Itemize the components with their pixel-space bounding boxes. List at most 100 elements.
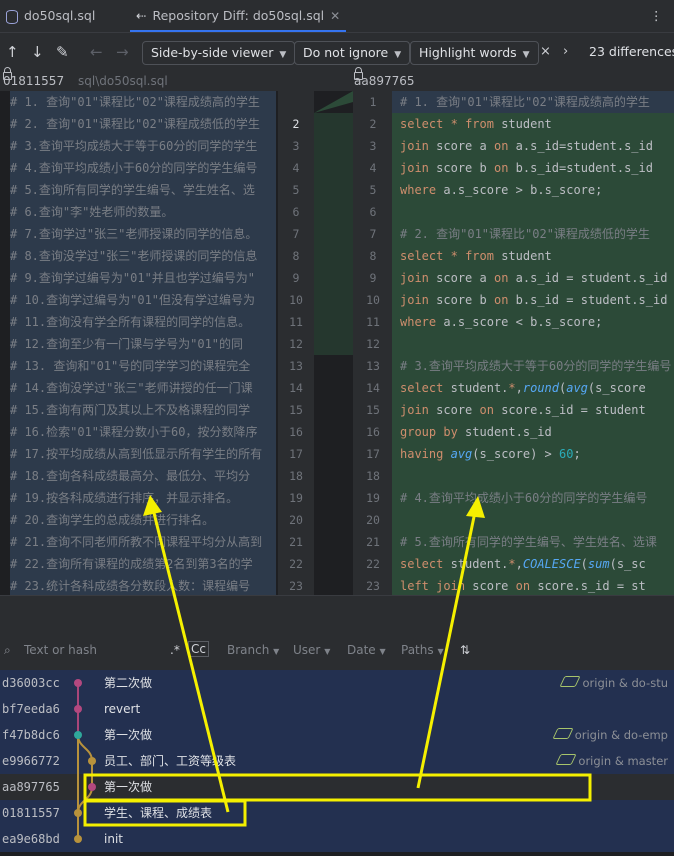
match-case-toggle[interactable]: Cc [188, 641, 209, 657]
right-code-line: where a.s_score < b.s_score; [400, 315, 603, 329]
right-line-number: 14 [366, 381, 380, 395]
left-code-line: # 9.查询学过编号为"01"并且也学过编号为" [10, 267, 276, 289]
right-line-number: 21 [366, 535, 380, 549]
right-line-number: 13 [366, 359, 380, 373]
highlight-select[interactable]: Highlight words ▼ [410, 41, 539, 65]
paths-label: Paths [401, 643, 434, 657]
right-code-line: # 5.查询所有同学的学生编号、学生姓名、选课 [400, 535, 657, 549]
branch-label: Branch [227, 643, 270, 657]
chevron-down-icon: ▼ [273, 647, 280, 656]
forward-icon[interactable]: → [116, 41, 129, 63]
right-code-line: select * from student [400, 117, 552, 131]
branch-filter[interactable]: Branch ▼ [227, 643, 279, 657]
left-line-number: 12 [289, 337, 303, 351]
ref-label: origin & master [578, 754, 668, 768]
chevron-right-icon[interactable]: › [563, 41, 568, 63]
user-filter[interactable]: User ▼ [293, 643, 330, 657]
right-line-number: 17 [366, 447, 380, 461]
right-code-line: select student.*,round(avg(s_score [400, 381, 646, 395]
left-code-line: # 8.查询没学过"张三"老师授课的同学的信息 [10, 245, 276, 267]
right-line-number: 10 [366, 293, 380, 307]
left-code-line: # 20.查询学生的总成绩并进行排名。 [10, 509, 276, 531]
left-line-number: 4 [292, 161, 300, 175]
right-code-line: select * from student [400, 249, 552, 263]
left-code-line: # 18.查询各科成绩最高分、最低分、平均分 [10, 465, 276, 487]
right-line-numbers: 1 2 3 4 5 6 7 8 9 10 11 12 13 14 15 16 17 18 19 20 21 22 23 [353, 91, 392, 595]
left-code-line: # 1. 查询"01"课程比"02"课程成绩高的学生 [10, 91, 276, 113]
right-line-number: 18 [366, 469, 380, 483]
left-line-number: 13 [289, 359, 303, 373]
panel-divider [0, 595, 674, 633]
regex-toggle[interactable]: .* [170, 643, 180, 657]
commit-row[interactable]: ea9e68bd init [0, 826, 674, 852]
right-line-number: 19 [366, 491, 380, 505]
left-code-line: # 22.查询所有课程的成绩第2名到第3名的学 [10, 553, 276, 575]
left-line-number: 15 [289, 403, 303, 417]
right-line-number: 1 [369, 95, 377, 109]
chevron-down-icon: ▼ [394, 50, 402, 60]
left-line-number: 19 [289, 491, 303, 505]
commit-row[interactable]: e9966772 员工、部门、工资等级表 origin & master [0, 748, 674, 774]
date-filter[interactable]: Date ▼ [347, 643, 386, 657]
commit-row[interactable]: 01811557 学生、课程、成绩表 [0, 800, 674, 826]
tab-label: Repository Diff: do50sql.sql [152, 8, 325, 23]
left-code-line: # 13. 查询和"01"号的同学学习的课程完全 [10, 355, 276, 377]
left-line-numbers: 2 3 4 5 6 7 8 9 10 11 12 13 14 15 16 17 18 19 20 21 22 23 [278, 91, 314, 595]
search-icon: ⌕ [4, 643, 11, 657]
left-line-number: 22 [289, 557, 303, 571]
left-code-line: # 16.检索"01"课程分数小于60，按分数降序 [10, 421, 276, 443]
commit-row[interactable]: aa897765 第一次做 [0, 774, 674, 800]
left-line-number: 10 [289, 293, 303, 307]
database-icon [6, 9, 18, 24]
right-code-line: join score b on b.s_id = student.s_id [400, 293, 668, 307]
chevron-down-icon: ▼ [279, 50, 287, 60]
right-line-number: 7 [369, 227, 377, 241]
back-icon[interactable]: ← [90, 41, 103, 63]
commit-row[interactable]: bf7eeda6 revert [0, 696, 674, 722]
right-line-number: 20 [366, 513, 380, 527]
collapse-icon[interactable]: ⨯ [540, 41, 551, 63]
left-line-number: 2 [292, 117, 300, 131]
highlight-label: Highlight words [419, 45, 517, 60]
right-line-number: 15 [366, 403, 380, 417]
right-line-number: 2 [369, 117, 377, 131]
right-code-line: left join score on score.s_id = st [400, 579, 646, 593]
right-line-number: 16 [366, 425, 380, 439]
left-line-number: 6 [292, 205, 300, 219]
commit-message: 第一次做 [104, 728, 153, 742]
right-editor-pane[interactable]: # 1. 查询"01"课程比"02"课程成绩高的学生 select * from … [392, 91, 674, 595]
whitespace-label: Do not ignore [303, 45, 389, 60]
right-code-line: # 4.查询平均成绩小于60分的同学的学生编号 [400, 491, 648, 505]
commit-message: 学生、课程、成绩表 [104, 806, 213, 820]
left-code-line: # 14.查询没学过"张三"老师讲授的任一门课 [10, 377, 276, 399]
left-code-line: # 7.查询学过"张三"老师授课的同学的信息。 [10, 223, 276, 245]
right-line-number: 8 [369, 249, 377, 263]
chevron-down-icon: ▼ [379, 647, 386, 656]
tab-repository-diff[interactable]: ⇠ Repository Diff: do50sql.sql ✕ [130, 0, 347, 32]
right-line-number: 12 [366, 337, 380, 351]
left-code-line: # 19.按各科成绩进行排序，并显示排名。 [10, 487, 276, 509]
commit-row[interactable]: f47b8dc6 第一次做 origin & do-emp [0, 722, 674, 748]
more-tabs-icon[interactable]: ⋮ [650, 0, 663, 32]
close-icon[interactable]: ✕ [330, 9, 340, 23]
left-line-number: 7 [292, 227, 300, 241]
viewer-select[interactable]: Side-by-side viewer ▼ [142, 41, 296, 65]
paths-filter[interactable]: Paths ▼ [401, 643, 444, 657]
previous-difference-icon[interactable]: ↑ [6, 41, 19, 63]
right-code-line: join score b on b.s_id=student.s_id [400, 161, 653, 175]
left-code-line: # 10.查询学过编号为"01"但没有学过编号为 [10, 289, 276, 311]
left-editor-pane[interactable]: # 1. 查询"01"课程比"02"课程成绩高的学生 # 2. 查询"01"课程比… [0, 91, 278, 595]
right-line-number: 22 [366, 557, 380, 571]
left-line-number: 23 [289, 579, 303, 593]
whitespace-select[interactable]: Do not ignore ▼ [294, 41, 411, 65]
edit-icon[interactable]: ✎ [56, 41, 69, 63]
left-code-line: # 17.按平均成绩从高到低显示所有学生的所有 [10, 443, 276, 465]
right-line-number: 4 [369, 161, 377, 175]
user-label: User [293, 643, 321, 657]
tab-do50sql[interactable]: do50sql.sql [6, 0, 95, 32]
sort-icon[interactable]: ⇅ [460, 643, 470, 657]
search-input[interactable]: Text or hash [24, 643, 97, 657]
left-line-number: 17 [289, 447, 303, 461]
commit-row[interactable]: d36003cc 第二次做 origin & do-stu [0, 670, 674, 696]
next-difference-icon[interactable]: ↓ [31, 41, 44, 63]
